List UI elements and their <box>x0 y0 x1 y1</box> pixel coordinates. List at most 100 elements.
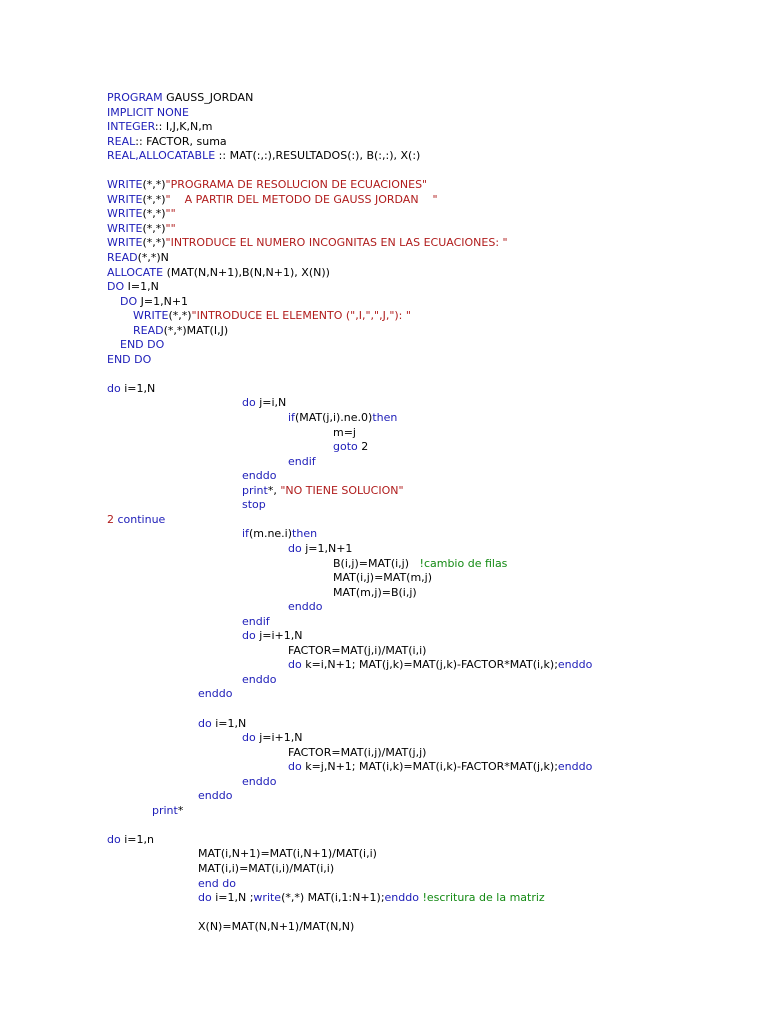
code-token: B(i,j)=MAT(i,j) <box>333 556 420 570</box>
code-token: (MAT(j,i).ne.0) <box>294 411 373 425</box>
code-token: :: FACTOR, suma <box>135 134 227 148</box>
keyword-token: do <box>198 716 212 730</box>
string-token: 2 <box>107 512 114 526</box>
keyword-token: do <box>198 891 212 905</box>
code-token: FACTOR=MAT(j,i)/MAT(i,i) <box>288 643 427 657</box>
code-token: X(N)=MAT(N,N+1)/MAT(N,N) <box>198 920 355 934</box>
keyword-token: do <box>288 541 302 555</box>
code-line: do k=i,N+1; MAT(j,k)=MAT(j,k)-FACTOR*MAT… <box>107 658 747 673</box>
code-token: m=j <box>333 425 356 439</box>
code-line: PROGRAM GAUSS_JORDAN <box>107 91 747 106</box>
keyword-token: then <box>292 527 318 541</box>
code-token: (*,*) MAT(i,1:N+1); <box>281 891 385 905</box>
code-line: WRITE(*,*)"PROGRAMA DE RESOLUCION DE ECU… <box>107 178 747 193</box>
keyword-token: then <box>372 411 398 425</box>
code-line: END DO <box>107 353 747 368</box>
code-line: m=j <box>107 426 747 441</box>
code-line: READ(*,*)N <box>107 251 747 266</box>
code-listing: PROGRAM GAUSS_JORDAN IMPLICIT NONE INTEGER… <box>107 91 747 935</box>
keyword-token: INTEGER <box>107 120 155 134</box>
keyword-token: do <box>107 381 121 395</box>
code-line: WRITE(*,*)"" <box>107 222 747 237</box>
keyword-token: enddo <box>557 760 593 774</box>
keyword-token: write <box>253 891 282 905</box>
code-line: B(i,j)=MAT(i,j) !cambio de filas <box>107 557 747 572</box>
keyword-token: WRITE <box>107 178 143 192</box>
code-line: endif <box>107 455 747 470</box>
code-line: do j=1,N+1 <box>107 542 747 557</box>
code-line: 2 continue <box>107 513 747 528</box>
code-line: REAL,ALLOCATABLE :: MAT(:,:),RESULTADOS(… <box>107 149 747 164</box>
keyword-token: ALLOCATE <box>107 265 164 279</box>
code-token: I=1,N <box>124 280 159 294</box>
code-line: WRITE(*,*)" A PARTIR DEL METODO DE GAUSS… <box>107 193 747 208</box>
code-line: do k=j,N+1; MAT(i,k)=MAT(i,k)-FACTOR*MAT… <box>107 760 747 775</box>
code-line: print*, "NO TIENE SOLUCION" <box>107 484 747 499</box>
code-line: DO I=1,N <box>107 280 747 295</box>
code-line: REAL:: FACTOR, suma <box>107 135 747 150</box>
keyword-token: enddo <box>242 469 277 483</box>
code-line: do j=i,N <box>107 396 747 411</box>
code-token: 2 <box>357 440 369 454</box>
comment-token: !escritura de la matriz <box>422 891 545 905</box>
code-line: endif <box>107 615 747 630</box>
keyword-token: end do <box>198 876 236 890</box>
code-line: do i=1,N ;write(*,*) MAT(i,1:N+1);enddo … <box>107 891 747 906</box>
code-token: j=i+1,N <box>255 629 303 643</box>
code-token: MAT(i,j)=MAT(m,j) <box>333 571 433 585</box>
keyword-token: WRITE <box>107 221 143 235</box>
code-line: IMPLICIT NONE <box>107 106 747 121</box>
keyword-token: WRITE <box>107 192 143 206</box>
code-token: (*,*)MAT(I,J) <box>163 323 229 337</box>
keyword-token: print <box>152 803 178 817</box>
code-line: MAT(i,i)=MAT(i,i)/MAT(i,i) <box>107 862 747 877</box>
code-line: enddo <box>107 687 747 702</box>
keyword-token: do <box>107 832 121 846</box>
code-token: :: MAT(:,:),RESULTADOS(:), B(:,:), X(:) <box>215 149 421 163</box>
string-token: "" <box>165 221 176 235</box>
code-token: (*,*)N <box>137 251 169 265</box>
code-line: do i=1,N <box>107 382 747 397</box>
code-token: (m.ne.i) <box>248 527 293 541</box>
keyword-token: WRITE <box>107 236 143 250</box>
code-line: INTEGER:: I,J,K,N,m <box>107 120 747 135</box>
code-line: do j=i+1,N <box>107 731 747 746</box>
code-token: MAT(m,j)=B(i,j) <box>333 585 417 599</box>
keyword-token: endif <box>242 614 270 628</box>
code-line: do j=i+1,N <box>107 629 747 644</box>
code-token: (*,*) <box>142 207 166 221</box>
code-line: WRITE(*,*)"INTRODUCE EL ELEMENTO (",I,",… <box>107 309 747 324</box>
keyword-token: if <box>288 411 295 425</box>
code-line: FACTOR=MAT(i,j)/MAT(j,j) <box>107 746 747 761</box>
keyword-token: READ <box>133 323 164 337</box>
keyword-token: READ <box>107 251 138 265</box>
code-token: i=1,n <box>120 832 154 846</box>
keyword-token: enddo <box>242 672 277 686</box>
keyword-token: DO <box>107 280 125 294</box>
keyword-token: enddo <box>288 600 323 614</box>
code-line: if(MAT(j,i).ne.0)then <box>107 411 747 426</box>
code-line: print* <box>107 804 747 819</box>
code-line: MAT(m,j)=B(i,j) <box>107 586 747 601</box>
string-token: " A PARTIR DEL METODO DE GAUSS JORDAN " <box>165 192 438 206</box>
keyword-token: enddo <box>198 687 233 701</box>
code-token: MAT(i,i)=MAT(i,i)/MAT(i,i) <box>198 861 335 875</box>
code-line: enddo <box>107 789 747 804</box>
keyword-token: print <box>242 483 268 497</box>
code-token: i=1,N <box>211 716 247 730</box>
keyword-token: WRITE <box>107 207 143 221</box>
string-token: "NO TIENE SOLUCION" <box>280 483 404 497</box>
keyword-token: enddo <box>242 774 277 788</box>
code-line: READ(*,*)MAT(I,J) <box>107 324 747 339</box>
code-token: (*,*) <box>142 178 166 192</box>
code-line: DO J=1,N+1 <box>107 295 747 310</box>
code-line: enddo <box>107 600 747 615</box>
code-token: j=i,N <box>255 396 287 410</box>
keyword-token: WRITE <box>133 309 169 323</box>
code-line: if(m.ne.i)then <box>107 527 747 542</box>
keyword-token: do <box>288 658 302 672</box>
